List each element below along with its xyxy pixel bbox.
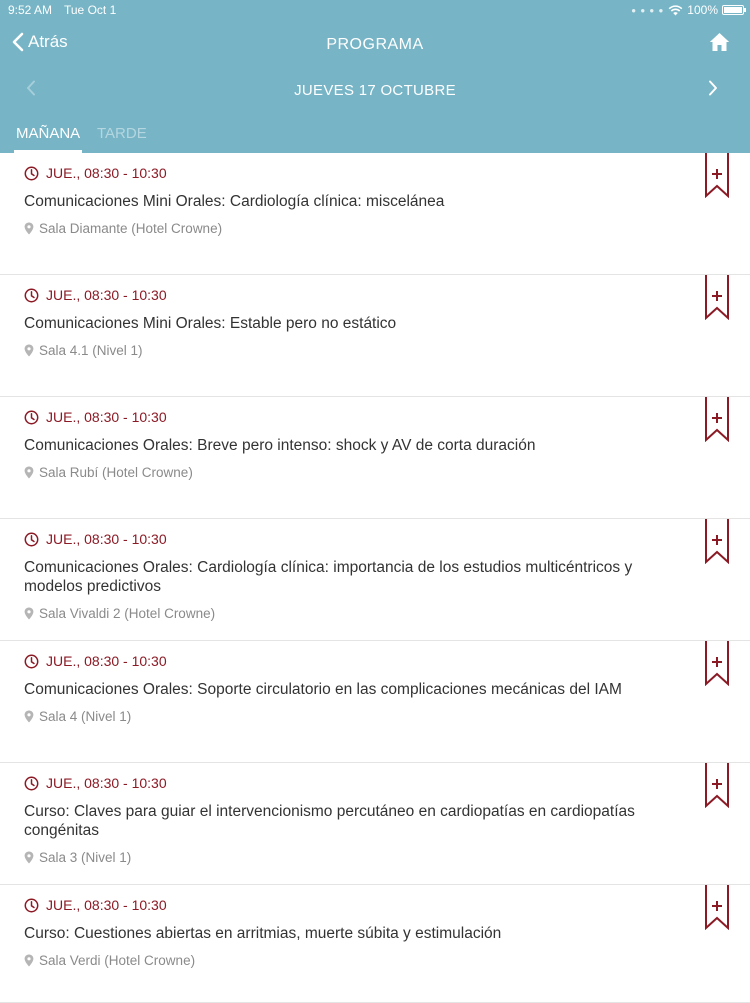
- location-pin-icon: [24, 954, 34, 967]
- status-right: ● ● ● ● 100%: [631, 3, 746, 17]
- add-favorite-button[interactable]: [705, 885, 729, 935]
- session-time: JUE., 08:30 - 10:30: [46, 531, 167, 547]
- session-location: Sala 3 (Nivel 1): [24, 850, 131, 865]
- session-title: Comunicaciones Mini Orales: Estable pero…: [24, 315, 397, 332]
- signal-dots-icon: ● ● ● ●: [631, 5, 665, 15]
- session-title: Comunicaciones Orales: Breve pero intens…: [24, 437, 536, 454]
- battery-icon: [722, 5, 746, 15]
- session-time: JUE., 08:30 - 10:30: [46, 165, 167, 181]
- location-pin-icon: [24, 466, 34, 479]
- session-time: JUE., 08:30 - 10:30: [46, 897, 167, 913]
- clock-icon: [24, 410, 39, 424]
- bookmark-add-icon: [705, 153, 729, 199]
- session-location-text: Sala 4 (Nivel 1): [39, 709, 132, 724]
- session-time-row: JUE., 08:30 - 10:30: [24, 775, 167, 791]
- location-pin-icon: [24, 710, 34, 723]
- session-location: Sala 4 (Nivel 1): [24, 709, 131, 724]
- session-location: Sala Diamante (Hotel Crowne): [24, 221, 222, 236]
- next-day-button[interactable]: [708, 80, 718, 101]
- session-title: Comunicaciones Orales: Cardiología clíni…: [24, 559, 633, 595]
- session-time: JUE., 08:30 - 10:30: [46, 287, 167, 303]
- location-pin-icon: [24, 851, 34, 864]
- bookmark-add-icon: [705, 397, 729, 443]
- add-favorite-button[interactable]: [705, 397, 729, 447]
- session-item[interactable]: JUE., 08:30 - 10:30 Curso: Cuestiones ab…: [0, 885, 750, 1003]
- session-location: Sala Vivaldi 2 (Hotel Crowne): [24, 606, 215, 621]
- tab-bar: MAÑANA TARDE: [0, 122, 750, 153]
- session-location-text: Sala Vivaldi 2 (Hotel Crowne): [39, 606, 216, 621]
- session-time-row: JUE., 08:30 - 10:30: [24, 897, 167, 913]
- add-favorite-button[interactable]: [705, 641, 729, 691]
- location-pin-icon: [24, 344, 34, 357]
- session-title: Comunicaciones Mini Orales: Cardiología …: [24, 193, 445, 210]
- clock-icon: [24, 288, 39, 302]
- page-title: PROGRAMA: [326, 36, 424, 53]
- bookmark-add-icon: [705, 519, 729, 565]
- session-item[interactable]: JUE., 08:30 - 10:30 Comunicaciones Mini …: [0, 153, 750, 275]
- nav-bar: Atrás PROGRAMA: [0, 26, 750, 62]
- session-time-row: JUE., 08:30 - 10:30: [24, 653, 167, 669]
- session-location: Sala 4.1 (Nivel 1): [24, 343, 143, 358]
- status-date: Tue Oct 1: [64, 3, 117, 17]
- session-location-text: Sala 3 (Nivel 1): [39, 850, 132, 865]
- session-item[interactable]: JUE., 08:30 - 10:30 Comunicaciones Orale…: [0, 519, 750, 641]
- clock-icon: [24, 532, 39, 546]
- session-item[interactable]: JUE., 08:30 - 10:30 Curso: Claves para g…: [0, 763, 750, 885]
- session-time: JUE., 08:30 - 10:30: [46, 409, 167, 425]
- home-button[interactable]: [709, 32, 730, 57]
- location-pin-icon: [24, 222, 34, 235]
- status-bar: 9:52 AM Tue Oct 1 ● ● ● ● 100%: [0, 0, 750, 20]
- session-time-row: JUE., 08:30 - 10:30: [24, 165, 167, 181]
- clock-icon: [24, 898, 39, 912]
- session-location: Sala Verdi (Hotel Crowne): [24, 953, 195, 968]
- session-time-row: JUE., 08:30 - 10:30: [24, 531, 167, 547]
- add-favorite-button[interactable]: [705, 763, 729, 813]
- session-item[interactable]: JUE., 08:30 - 10:30 Comunicaciones Mini …: [0, 275, 750, 397]
- session-location-text: Sala 4.1 (Nivel 1): [39, 343, 143, 358]
- clock-icon: [24, 654, 39, 668]
- battery-percent: 100%: [687, 3, 718, 17]
- clock-icon: [24, 166, 39, 180]
- status-time: 9:52 AM: [8, 3, 53, 17]
- home-icon: [709, 33, 730, 51]
- session-list: JUE., 08:30 - 10:30 Comunicaciones Mini …: [0, 153, 750, 1003]
- day-selector: JUEVES 17 OCTUBRE: [0, 74, 750, 104]
- app-header: 9:52 AM Tue Oct 1 ● ● ● ● 100% Atrás PRO…: [0, 0, 750, 153]
- bookmark-add-icon: [705, 763, 729, 809]
- session-title: Curso: Claves para guiar el intervencion…: [24, 803, 635, 839]
- add-favorite-button[interactable]: [705, 275, 729, 325]
- add-favorite-button[interactable]: [705, 153, 729, 203]
- location-pin-icon: [24, 607, 34, 620]
- session-time: JUE., 08:30 - 10:30: [46, 775, 167, 791]
- session-item[interactable]: JUE., 08:30 - 10:30 Comunicaciones Orale…: [0, 641, 750, 763]
- session-time: JUE., 08:30 - 10:30: [46, 653, 167, 669]
- tab-manana[interactable]: MAÑANA: [16, 125, 80, 142]
- session-location-text: Sala Rubí (Hotel Crowne): [39, 465, 193, 480]
- session-location-text: Sala Diamante (Hotel Crowne): [39, 221, 223, 236]
- tab-tarde[interactable]: TARDE: [97, 125, 147, 142]
- wifi-icon: [668, 4, 683, 15]
- session-time-row: JUE., 08:30 - 10:30: [24, 409, 167, 425]
- chevron-right-icon: [709, 80, 717, 96]
- bookmark-add-icon: [705, 641, 729, 687]
- bookmark-add-icon: [705, 885, 729, 931]
- session-title: Comunicaciones Orales: Soporte circulato…: [24, 681, 622, 698]
- session-location-text: Sala Verdi (Hotel Crowne): [39, 953, 196, 968]
- session-item[interactable]: JUE., 08:30 - 10:30 Comunicaciones Orale…: [0, 397, 750, 519]
- session-time-row: JUE., 08:30 - 10:30: [24, 287, 167, 303]
- bookmark-add-icon: [705, 275, 729, 321]
- day-title: JUEVES 17 OCTUBRE: [294, 82, 456, 99]
- clock-icon: [24, 776, 39, 790]
- session-location: Sala Rubí (Hotel Crowne): [24, 465, 193, 480]
- add-favorite-button[interactable]: [705, 519, 729, 569]
- session-title: Curso: Cuestiones abiertas en arritmias,…: [24, 925, 502, 942]
